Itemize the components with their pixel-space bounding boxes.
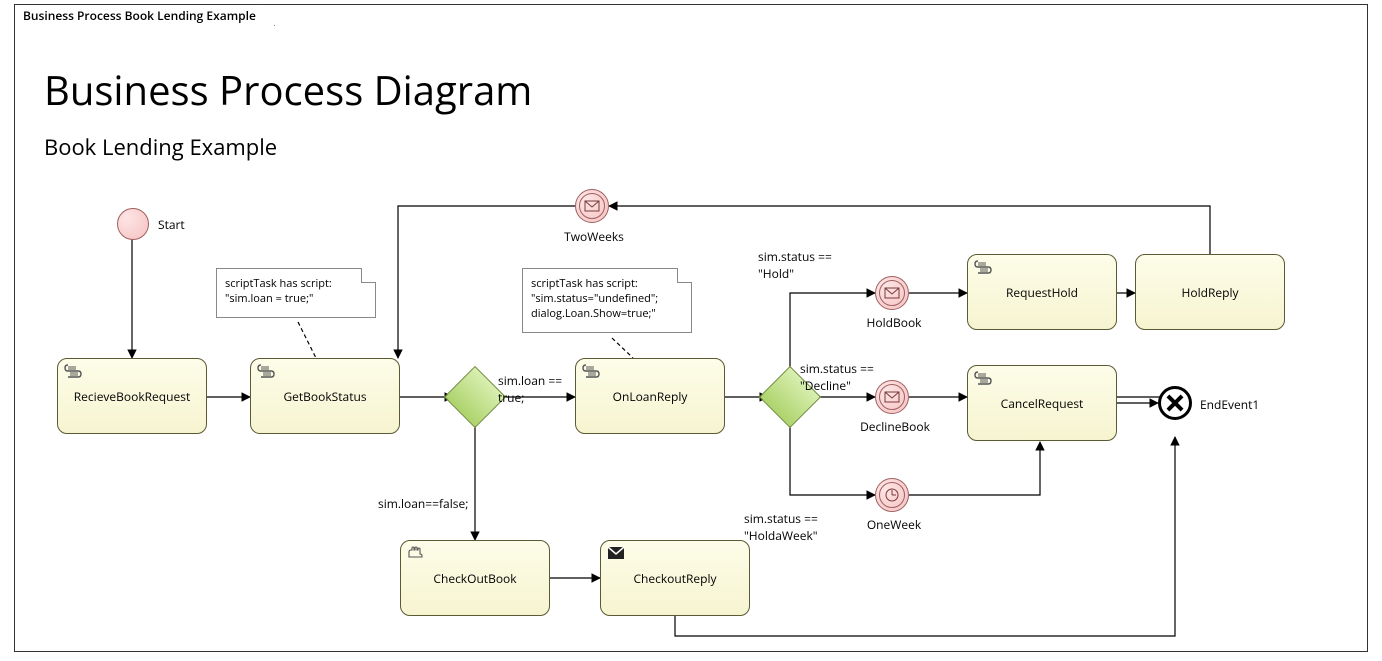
task-label: CancelRequest xyxy=(1001,395,1084,412)
end-event[interactable] xyxy=(1158,386,1192,420)
gateway-loan[interactable] xyxy=(453,375,497,419)
timer-icon xyxy=(884,487,900,503)
event-decline-book-label: DeclineBook xyxy=(855,418,935,435)
event-decline-book[interactable] xyxy=(875,380,909,414)
start-event-label: Start xyxy=(158,216,185,233)
guard-status-decline: sim.status == "Decline" xyxy=(800,360,874,394)
note-onloan-script: scriptTask has script: "sim.status="unde… xyxy=(522,268,692,333)
note-line: dialog.Loan.Show=true;" xyxy=(531,307,681,322)
guard-status-hold: sim.status == "Hold" xyxy=(758,248,832,282)
event-two-weeks[interactable] xyxy=(575,189,609,223)
message-icon xyxy=(584,200,600,212)
script-icon xyxy=(974,259,992,275)
note-line: "sim.loan = true;" xyxy=(225,292,365,307)
task-label: RequestHold xyxy=(1006,284,1078,301)
message-icon xyxy=(884,391,900,403)
script-icon xyxy=(257,363,275,379)
event-two-weeks-label: TwoWeeks xyxy=(564,228,624,245)
event-one-week-label: OneWeek xyxy=(862,516,926,533)
task-label: HoldReply xyxy=(1182,284,1239,301)
task-on-loan-reply[interactable]: OnLoanReply xyxy=(575,358,725,434)
task-recieve-book-request[interactable]: RecieveBookRequest xyxy=(57,358,207,434)
task-label: CheckOutBook xyxy=(433,570,516,587)
task-hold-reply[interactable]: HoldReply xyxy=(1135,254,1285,330)
event-hold-book-label: HoldBook xyxy=(864,314,924,331)
message-icon xyxy=(884,287,900,299)
page-title: Business Process Diagram xyxy=(44,62,532,117)
task-label: RecieveBookRequest xyxy=(74,388,190,405)
task-checkout-book[interactable]: CheckOutBook xyxy=(400,540,550,616)
end-event-label: EndEvent1 xyxy=(1200,396,1259,413)
task-get-book-status[interactable]: GetBookStatus xyxy=(250,358,400,434)
script-icon xyxy=(64,363,82,379)
send-icon xyxy=(607,545,625,561)
guard-loan-true: sim.loan == true; xyxy=(498,372,562,406)
page-subtitle: Book Lending Example xyxy=(44,132,277,162)
note-getstatus-script: scriptTask has script: "sim.loan = true;… xyxy=(216,268,376,318)
guard-loan-false: sim.loan==false; xyxy=(378,495,468,512)
task-label: CheckoutReply xyxy=(633,570,716,587)
bpmn-canvas: Business Process Book Lending Example Bu… xyxy=(0,0,1382,661)
script-icon xyxy=(582,363,600,379)
note-line: scriptTask has script: xyxy=(531,277,681,292)
event-hold-book[interactable] xyxy=(875,276,909,310)
task-label: OnLoanReply xyxy=(613,388,688,405)
note-line: "sim.status="undefined"; xyxy=(531,292,681,307)
event-one-week[interactable] xyxy=(875,478,909,512)
frame-title-tab: Business Process Book Lending Example xyxy=(14,4,275,26)
start-event[interactable] xyxy=(117,208,149,240)
task-cancel-request[interactable]: CancelRequest xyxy=(967,365,1117,441)
task-label: GetBookStatus xyxy=(283,388,366,405)
manual-icon xyxy=(407,545,425,561)
script-icon xyxy=(974,370,992,386)
task-checkout-reply[interactable]: CheckoutReply xyxy=(600,540,750,616)
task-request-hold[interactable]: RequestHold xyxy=(967,254,1117,330)
guard-status-holdaweek: sim.status == "HoldaWeek" xyxy=(744,510,818,544)
note-line: scriptTask has script: xyxy=(225,277,365,292)
